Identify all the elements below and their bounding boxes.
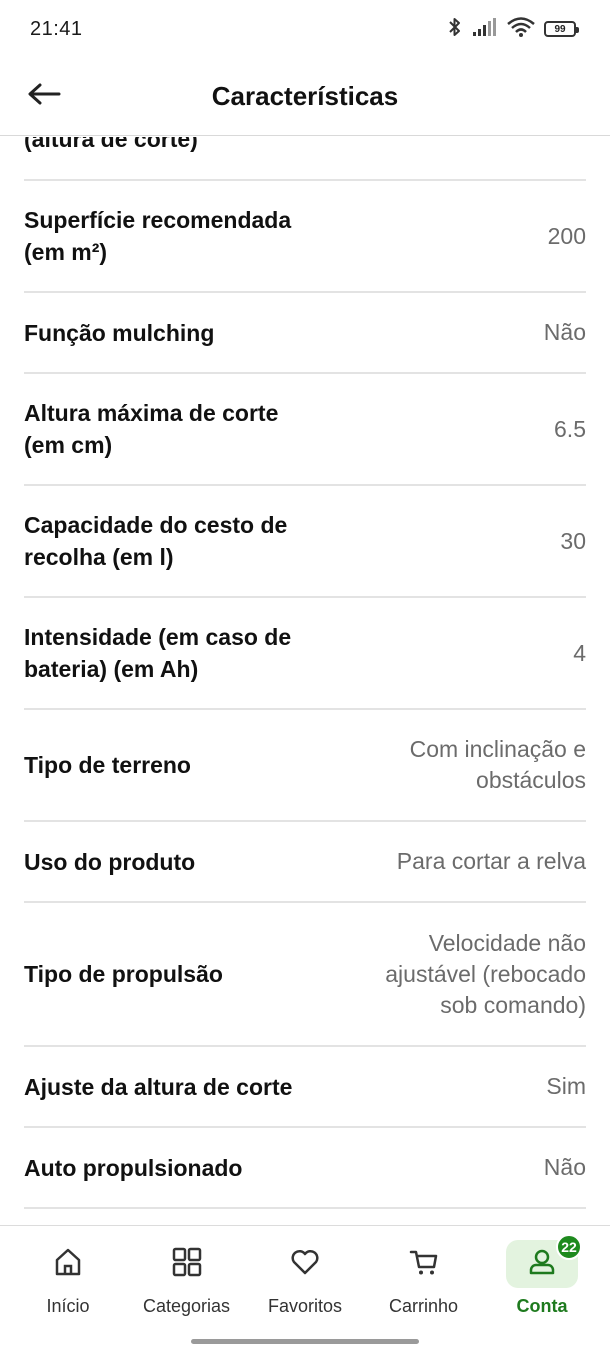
nav-label: Categorias [142, 1296, 231, 1316]
grid-icon [171, 1246, 203, 1283]
specs-list[interactable]: (altura de corte) Superfície recomendada… [0, 137, 610, 1225]
spec-value: Com inclinação e obstáculos [409, 736, 586, 793]
status-bar: 21:41 99 [0, 0, 610, 58]
spec-row: Uso do produto Para cortar a relva [24, 822, 586, 903]
spec-value: 6.5 [554, 415, 586, 442]
nav-item-inicio[interactable]: Início [10, 1226, 126, 1322]
signal-icon [472, 17, 498, 42]
spec-label: Altura máxima de corte (em cm) [24, 400, 279, 458]
spec-value: Para cortar a relva [396, 848, 586, 874]
app-header: Características [0, 58, 610, 136]
bottom-nav: Início Categorias Favoritos Carrinho 22 … [0, 1225, 610, 1356]
spec-label: Ajuste da altura de corte [24, 1073, 293, 1100]
nav-item-categorias[interactable]: Categorias [129, 1226, 245, 1322]
spec-row: Superfície recomendada (em m²) 200 [24, 181, 586, 293]
back-button[interactable] [24, 76, 64, 116]
bluetooth-icon [446, 16, 464, 43]
spec-label: Função mulching [24, 319, 215, 346]
spec-label: Tipo de propulsão [24, 961, 223, 987]
spec-value: 200 [547, 222, 586, 249]
spec-label: Superfície recomendada (em m²) [24, 207, 292, 265]
home-icon [52, 1246, 84, 1283]
nav-item-carrinho[interactable]: Carrinho [366, 1226, 482, 1322]
spec-value: Sim [546, 1073, 586, 1099]
spec-label: Capacidade do cesto de recolha (em l) [24, 512, 288, 570]
battery-icon: 99 [544, 21, 579, 37]
user-icon [526, 1246, 558, 1283]
spec-row: Auto propulsionado Não [24, 1128, 586, 1209]
nav-item-favoritos[interactable]: Favoritos [247, 1226, 363, 1322]
cart-icon [408, 1246, 440, 1283]
spec-row: Ajuste da altura de corte Sim [24, 1047, 586, 1128]
spec-label: Tipo de terreno [24, 752, 191, 778]
home-indicator[interactable] [191, 1339, 419, 1344]
nav-label: Início [46, 1296, 90, 1316]
nav-label: Favoritos [267, 1296, 343, 1316]
spec-value: Velocidade não ajustável (rebocado sob c… [385, 929, 586, 1018]
status-time: 21:41 [30, 17, 83, 40]
spec-row: Intensidade (em caso de bateria) (em Ah)… [24, 598, 586, 710]
nav-item-conta[interactable]: 22 Conta [484, 1226, 600, 1322]
spec-label: Intensidade (em caso de bateria) (em Ah) [24, 624, 292, 682]
spec-label: Auto propulsionado [24, 1154, 243, 1181]
spec-value: Não [543, 1154, 586, 1180]
heart-icon [289, 1246, 321, 1283]
spec-value: Não [543, 319, 586, 345]
screen: 21:41 99 Características (altura de cort… [0, 0, 610, 1356]
spec-label: Uso do produto [24, 848, 196, 875]
spec-row-partial: (altura de corte) [24, 137, 586, 181]
spec-row: Altura máxima de corte (em cm) 6.5 [24, 374, 586, 486]
spec-value: 4 [573, 639, 586, 666]
arrow-left-icon [27, 82, 61, 111]
spec-row: Capacidade do cesto de recolha (em l) 30 [24, 486, 586, 598]
spec-row: Função mulching Não [24, 293, 586, 374]
spec-label: (altura de corte) [24, 137, 198, 152]
page-title: Características [211, 81, 399, 111]
nav-label: Conta [516, 1296, 568, 1316]
status-icons: 99 [446, 16, 579, 43]
cart-count-badge: 22 [556, 1234, 582, 1260]
spec-row: Tipo de terreno Com inclinação e obstácu… [24, 710, 586, 822]
spec-value: 30 [560, 527, 586, 554]
wifi-icon [506, 16, 536, 43]
nav-label: Carrinho [388, 1296, 459, 1316]
spec-row: Tipo de propulsão Velocidade não ajustáv… [24, 903, 586, 1047]
